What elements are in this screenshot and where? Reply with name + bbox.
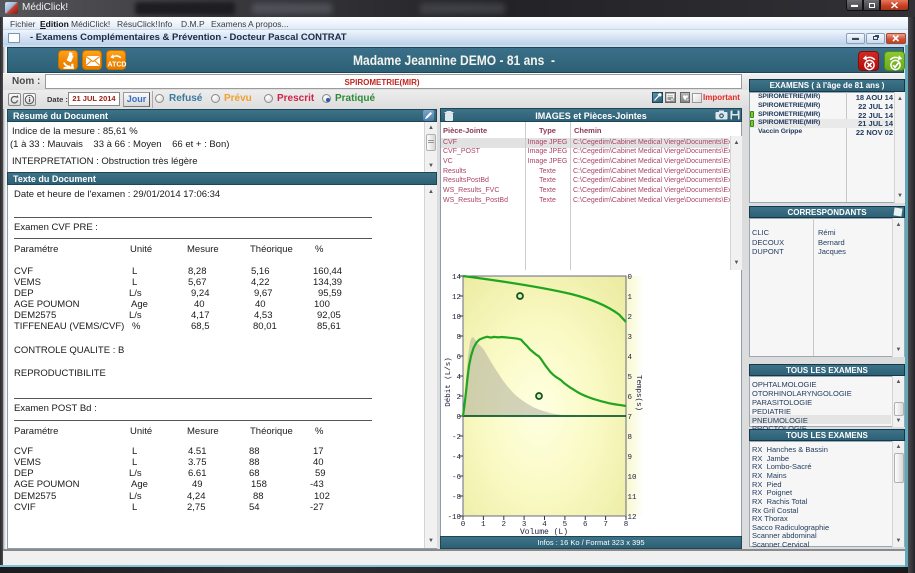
svg-text:5: 5: [628, 374, 633, 382]
svg-text:0: 0: [456, 414, 461, 422]
svg-text:7: 7: [603, 521, 608, 529]
svg-text:6: 6: [583, 521, 588, 529]
svg-text:3: 3: [628, 334, 633, 342]
svg-text:Volume (L): Volume (L): [520, 528, 568, 536]
svg-text:-6: -6: [452, 474, 462, 482]
svg-text:-4: -4: [452, 454, 462, 462]
svg-text:8: 8: [624, 521, 629, 529]
svg-text:0: 0: [461, 521, 466, 529]
svg-text:1: 1: [481, 521, 486, 529]
svg-text:12: 12: [628, 514, 637, 522]
svg-text:2: 2: [502, 521, 507, 529]
svg-text:8: 8: [456, 334, 461, 342]
svg-text:4: 4: [456, 374, 461, 382]
svg-text:6: 6: [456, 354, 461, 362]
svg-text:2: 2: [628, 314, 633, 322]
svg-text:14: 14: [452, 274, 462, 282]
svg-text:9: 9: [628, 454, 633, 462]
svg-text:Temps(s): Temps(s): [634, 375, 642, 411]
svg-text:2: 2: [456, 394, 461, 402]
svg-text:10: 10: [452, 314, 462, 322]
svg-text:-2: -2: [452, 434, 461, 442]
svg-text:-8: -8: [452, 494, 461, 502]
svg-text:1: 1: [628, 294, 633, 302]
svg-text:0: 0: [628, 274, 633, 282]
svg-text:4: 4: [628, 354, 633, 362]
svg-text:Débit (L/s): Débit (L/s): [445, 357, 453, 407]
svg-text:6: 6: [628, 394, 633, 402]
svg-text:8: 8: [628, 434, 633, 442]
svg-text:-10: -10: [447, 514, 461, 522]
svg-text:7: 7: [628, 414, 633, 422]
svg-text:12: 12: [452, 294, 461, 302]
svg-text:11: 11: [628, 494, 638, 502]
svg-text:10: 10: [628, 474, 638, 482]
